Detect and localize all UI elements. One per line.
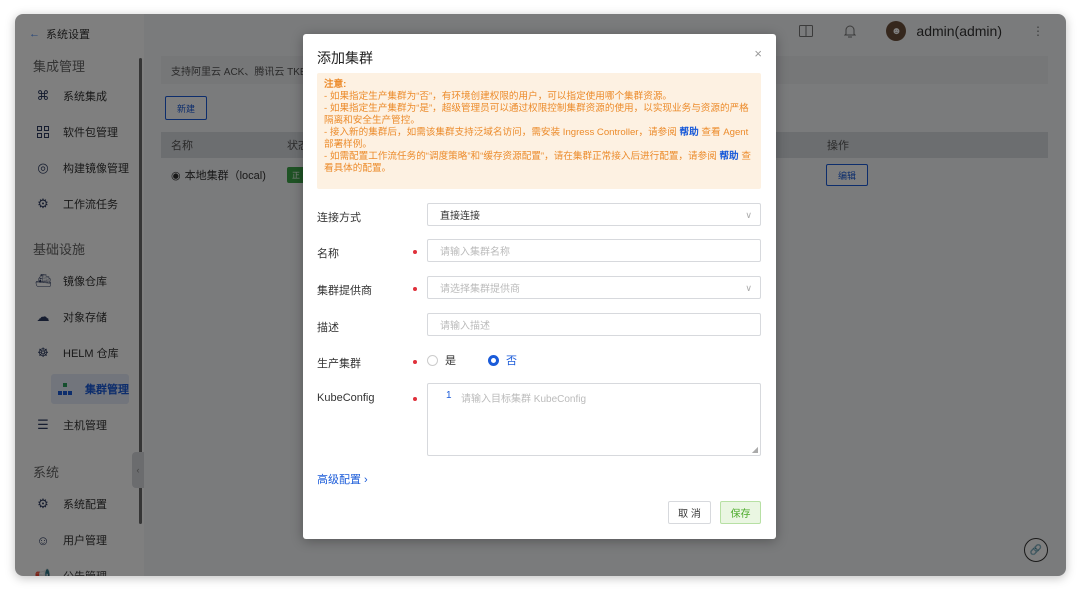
- help-link-1[interactable]: 帮助: [680, 127, 699, 138]
- line-number: 1: [446, 390, 452, 401]
- help-link-2[interactable]: 帮助: [719, 151, 738, 162]
- required-marker: [413, 360, 417, 364]
- save-button[interactable]: 保存: [720, 501, 761, 524]
- provider-select[interactable]: 请选择集群提供商 ∨: [427, 276, 761, 299]
- radio-circle-icon: [427, 354, 438, 366]
- required-marker: [413, 397, 417, 401]
- connect-label: 连接方式: [317, 212, 361, 224]
- kubeconfig-editor[interactable]: 1 请输入目标集群 KubeConfig ◢: [427, 383, 761, 456]
- close-icon[interactable]: ×: [754, 46, 762, 61]
- notice-line-4: - 如需配置工作流任务的“调度策略”和“缓存资源配置”，请在集群正常接入后进行配…: [324, 151, 754, 175]
- kubeconfig-placeholder: 请输入目标集群 KubeConfig: [461, 394, 587, 405]
- notice-line-4-text: - 如需配置工作流任务的“调度策略”和“缓存资源配置”，请在集群正常接入后进行配…: [324, 151, 720, 162]
- radio-yes-label: 是: [445, 355, 456, 367]
- desc-label: 描述: [317, 322, 339, 334]
- advanced-config-link[interactable]: 高级配置 ›: [317, 471, 368, 487]
- chevron-down-icon: ∨: [745, 210, 752, 220]
- notice-line-2: - 如果指定生产集群为“是”，超级管理员可以通过权限控制集群资源的使用，以实现业…: [324, 103, 749, 126]
- resize-handle-icon[interactable]: ◢: [752, 445, 758, 454]
- desc-placeholder: 请输入描述: [440, 321, 490, 332]
- provider-placeholder: 请选择集群提供商: [440, 284, 520, 295]
- notice-line-3: - 接入新的集群后，如需该集群支持泛域名访问，需安装 Ingress Contr…: [324, 127, 754, 151]
- prod-label: 生产集群: [317, 358, 361, 370]
- dialog-title: 添加集群: [317, 50, 373, 66]
- notice-box: 注意: - 如果指定生产集群为“否”，有环境创建权限的用户，可以指定使用哪个集群…: [317, 73, 761, 189]
- required-marker: [413, 250, 417, 254]
- radio-checked-icon: [488, 354, 499, 366]
- kubeconfig-label: KubeConfig: [317, 392, 375, 404]
- provider-label: 集群提供商: [317, 285, 372, 297]
- notice-line-3-text: - 接入新的集群后，如需该集群支持泛域名访问，需安装 Ingress Contr…: [324, 127, 680, 138]
- production-radio-group: 是 否: [427, 352, 539, 368]
- name-placeholder: 请输入集群名称: [440, 247, 510, 258]
- chevron-down-icon: ∨: [745, 283, 752, 293]
- notice-title: 注意:: [324, 79, 347, 90]
- connect-method-select[interactable]: 直接连接 ∨: [427, 203, 761, 226]
- required-marker: [413, 287, 417, 291]
- cluster-name-input[interactable]: 请输入集群名称: [427, 239, 761, 262]
- radio-no[interactable]: 否: [488, 352, 517, 368]
- radio-no-label: 否: [506, 355, 517, 367]
- name-label: 名称: [317, 248, 339, 260]
- radio-yes[interactable]: 是: [427, 352, 456, 368]
- cancel-button[interactable]: 取 消: [668, 501, 711, 524]
- app-window: ← 系统设置 集成管理 ⌘ 系统集成 软件包管理 ◎ 构建镜像管理 ⚙ 工作流任…: [15, 14, 1066, 576]
- add-cluster-dialog: 添加集群 × 注意: - 如果指定生产集群为“否”，有环境创建权限的用户，可以指…: [303, 34, 776, 539]
- connect-value: 直接连接: [440, 211, 480, 222]
- description-input[interactable]: 请输入描述: [427, 313, 761, 336]
- notice-line-1: - 如果指定生产集群为“否”，有环境创建权限的用户，可以指定使用哪个集群资源。: [324, 91, 673, 102]
